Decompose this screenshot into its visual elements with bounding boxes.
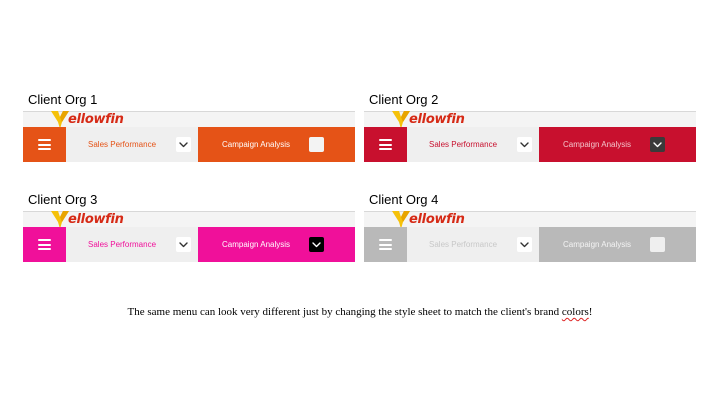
chevron-down-icon[interactable] xyxy=(650,137,665,152)
menu-bar: Sales Performance Campaign Analysis xyxy=(23,227,355,262)
tab-campaign-analysis[interactable]: Campaign Analysis xyxy=(198,127,355,162)
tab-sales-performance[interactable]: Sales Performance xyxy=(66,127,198,162)
client-org-1: Client Org 1 ellowfin Sales Performance Cam… xyxy=(23,92,355,172)
tab-sales-performance[interactable]: Sales Performance xyxy=(407,127,539,162)
chevron-down-icon[interactable] xyxy=(517,237,532,252)
tab-label: Campaign Analysis xyxy=(222,240,291,249)
tab-label: Sales Performance xyxy=(88,240,157,249)
logo-bar: ellowfin xyxy=(23,209,355,229)
menu-button[interactable] xyxy=(23,127,66,162)
chevron-down-icon[interactable] xyxy=(176,137,191,152)
menu-button[interactable] xyxy=(23,227,66,262)
menu-bar: Sales Performance Campaign Analysis xyxy=(364,127,696,162)
org-title: Client Org 4 xyxy=(369,192,439,207)
hamburger-menu-icon xyxy=(38,139,51,150)
hamburger-menu-icon xyxy=(379,239,392,250)
logo-text: ellowfin xyxy=(68,111,124,127)
chevron-down-icon[interactable] xyxy=(650,237,665,252)
menu-button[interactable] xyxy=(364,227,407,262)
org-title: Client Org 1 xyxy=(28,92,98,107)
tab-label: Campaign Analysis xyxy=(563,240,632,249)
menu-bar: Sales Performance Campaign Analysis xyxy=(23,127,355,162)
tab-label: Sales Performance xyxy=(88,140,157,149)
yellowfin-logo-icon xyxy=(392,209,410,229)
client-org-2: Client Org 2 ellowfin Sales Performance Cam… xyxy=(364,92,696,172)
tab-campaign-analysis[interactable]: Campaign Analysis xyxy=(539,127,696,162)
org-title: Client Org 2 xyxy=(369,92,439,107)
logo-text: ellowfin xyxy=(409,111,465,127)
chevron-down-icon[interactable] xyxy=(176,237,191,252)
hamburger-menu-icon xyxy=(38,239,51,250)
chevron-down-icon[interactable] xyxy=(517,137,532,152)
tab-label: Campaign Analysis xyxy=(563,140,632,149)
tab-sales-performance[interactable]: Sales Performance xyxy=(66,227,198,262)
logo-bar: ellowfin xyxy=(364,109,696,129)
caption-text: The same menu can look very different ju… xyxy=(127,306,562,318)
caption: The same menu can look very different ju… xyxy=(0,306,720,318)
chevron-down-icon[interactable] xyxy=(309,137,324,152)
org-title: Client Org 3 xyxy=(28,192,98,207)
chevron-down-icon[interactable] xyxy=(309,237,324,252)
caption-underlined-word: colors xyxy=(561,306,589,318)
yellowfin-logo-icon xyxy=(51,209,69,229)
tab-sales-performance[interactable]: Sales Performance xyxy=(407,227,539,262)
tab-label: Sales Performance xyxy=(429,140,498,149)
tab-campaign-analysis[interactable]: Campaign Analysis xyxy=(198,227,355,262)
logo-bar: ellowfin xyxy=(364,209,696,229)
logo-text: ellowfin xyxy=(409,211,465,227)
tab-label: Campaign Analysis xyxy=(222,140,291,149)
logo-bar: ellowfin xyxy=(23,109,355,129)
client-org-4: Client Org 4 ellowfin Sales Performance Cam… xyxy=(364,192,696,272)
tab-campaign-analysis[interactable]: Campaign Analysis xyxy=(539,227,696,262)
yellowfin-logo-icon xyxy=(51,109,69,129)
caption-end: ! xyxy=(588,306,593,318)
menu-button[interactable] xyxy=(364,127,407,162)
logo-text: ellowfin xyxy=(68,211,124,227)
client-org-3: Client Org 3 ellowfin Sales Performance Cam… xyxy=(23,192,355,272)
tab-label: Sales Performance xyxy=(429,240,498,249)
hamburger-menu-icon xyxy=(379,139,392,150)
yellowfin-logo-icon xyxy=(392,109,410,129)
menu-bar: Sales Performance Campaign Analysis xyxy=(364,227,696,262)
